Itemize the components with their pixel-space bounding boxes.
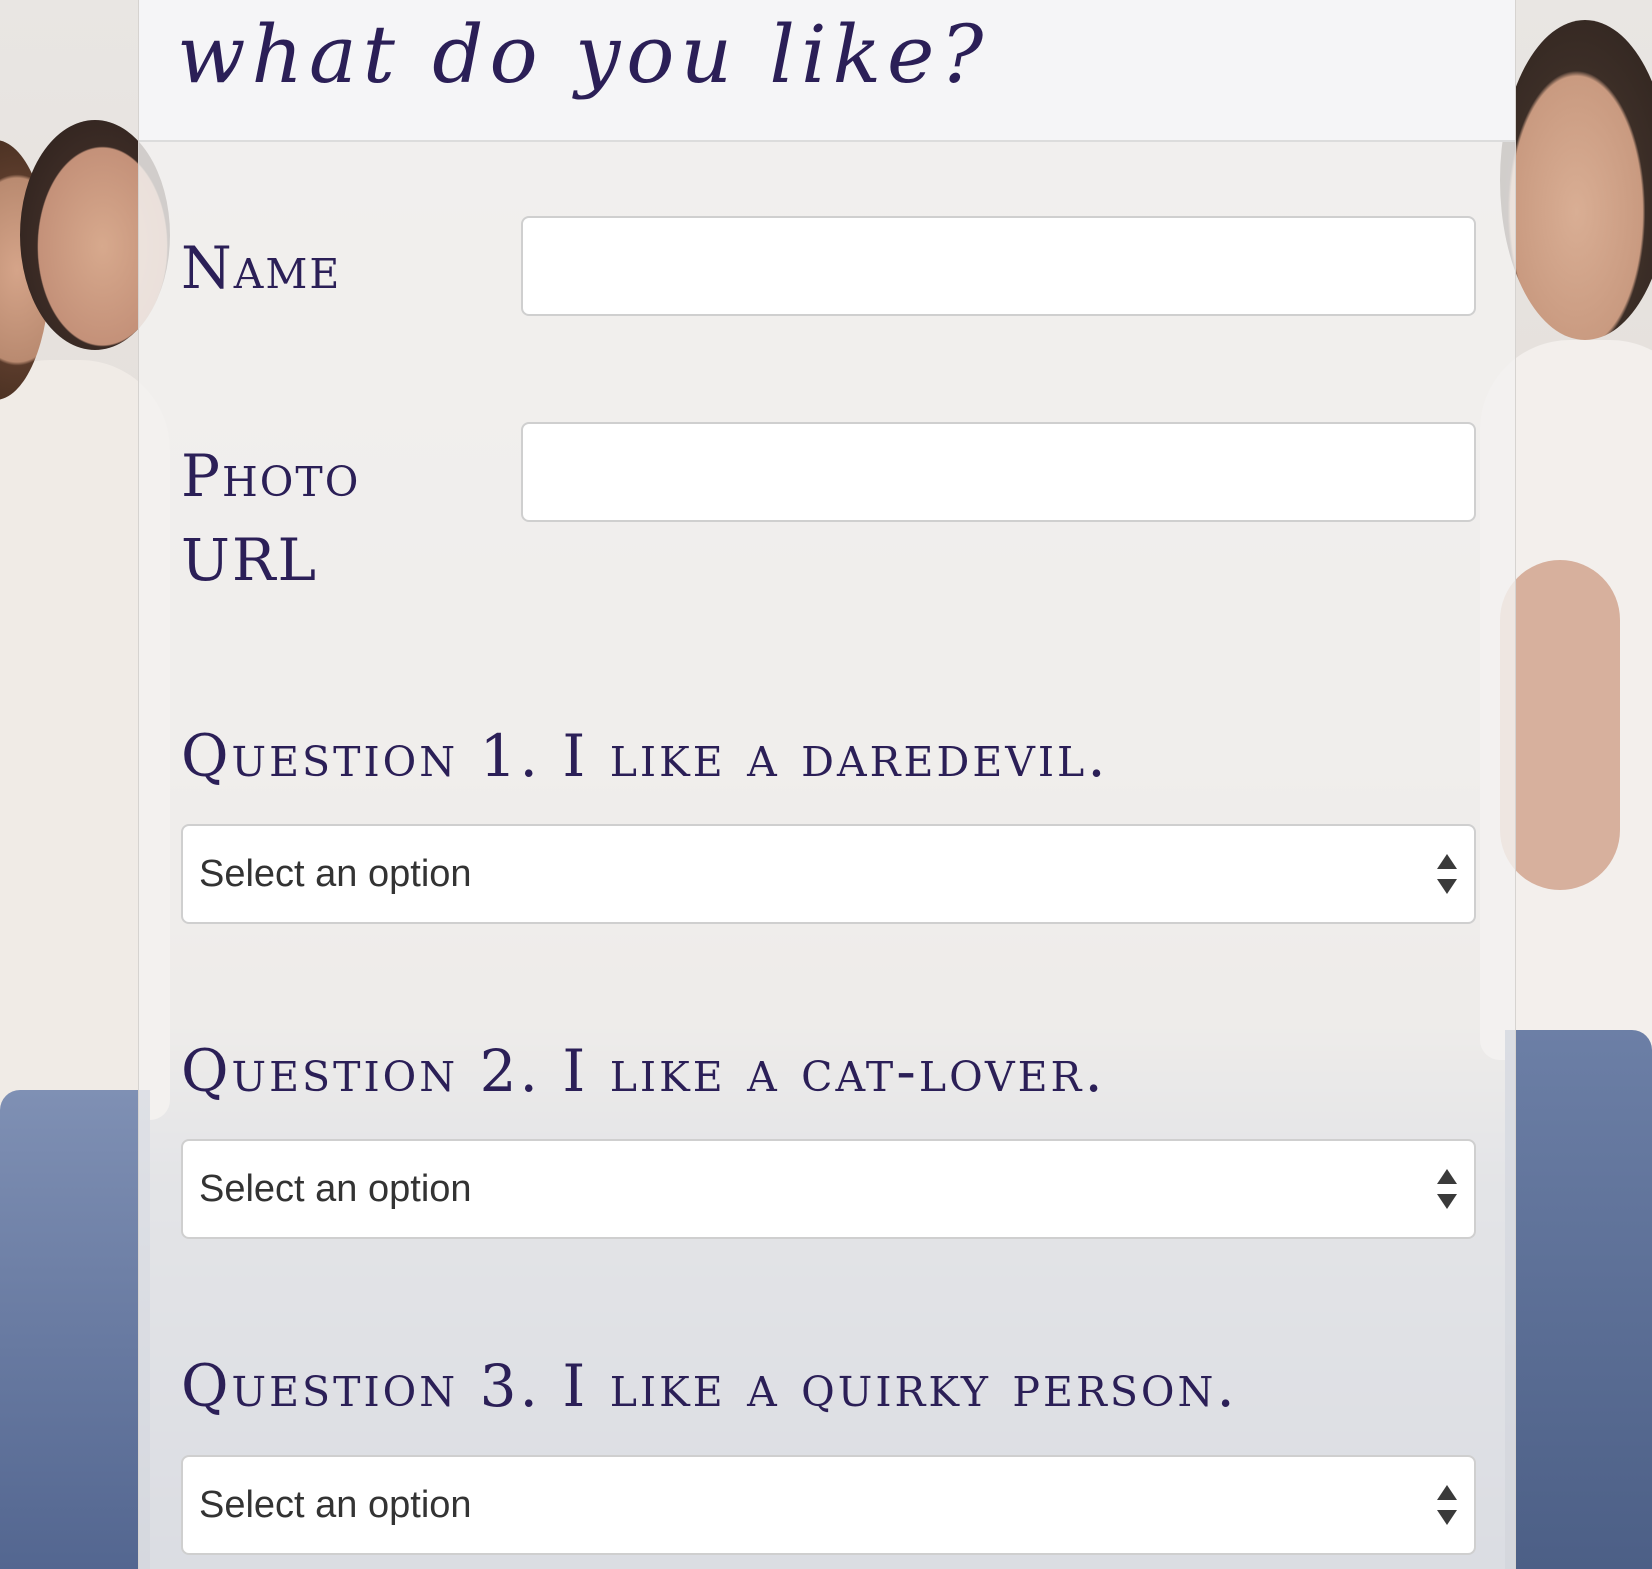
background-jeans-left: [0, 1090, 150, 1569]
up-down-chevron-icon: [1436, 1169, 1458, 1209]
up-down-chevron-icon: [1436, 854, 1458, 894]
photo-url-label-line2: URL: [181, 526, 319, 594]
survey-panel: what do you like? Name Photo URL Questio…: [138, 0, 1516, 1569]
background-arm: [1500, 560, 1620, 890]
question-2-select-value: Select an option: [199, 1167, 472, 1210]
question-3-select-value: Select an option: [199, 1483, 472, 1526]
panel-header: what do you like?: [139, 0, 1515, 142]
question-1-select[interactable]: Select an option: [181, 824, 1476, 924]
name-input[interactable]: [521, 216, 1476, 316]
background-face: [1500, 20, 1652, 340]
photo-url-input[interactable]: [521, 422, 1476, 522]
photo-url-label-line1: Photo: [181, 442, 361, 510]
question-1-label: Question 1. I like a daredevil.: [181, 722, 1109, 790]
page-title: what do you like?: [177, 8, 990, 101]
question-1-select-value: Select an option: [199, 852, 472, 895]
name-label: Name: [181, 234, 342, 302]
question-3-select[interactable]: Select an option: [181, 1455, 1476, 1555]
question-2-select[interactable]: Select an option: [181, 1139, 1476, 1239]
background-jeans-right: [1505, 1030, 1652, 1569]
photo-url-label: Photo URL: [181, 434, 360, 602]
up-down-chevron-icon: [1436, 1485, 1458, 1525]
question-2-label: Question 2. I like a cat-lover.: [181, 1037, 1106, 1105]
question-3-label: Question 3. I like a quirky person.: [181, 1352, 1238, 1420]
